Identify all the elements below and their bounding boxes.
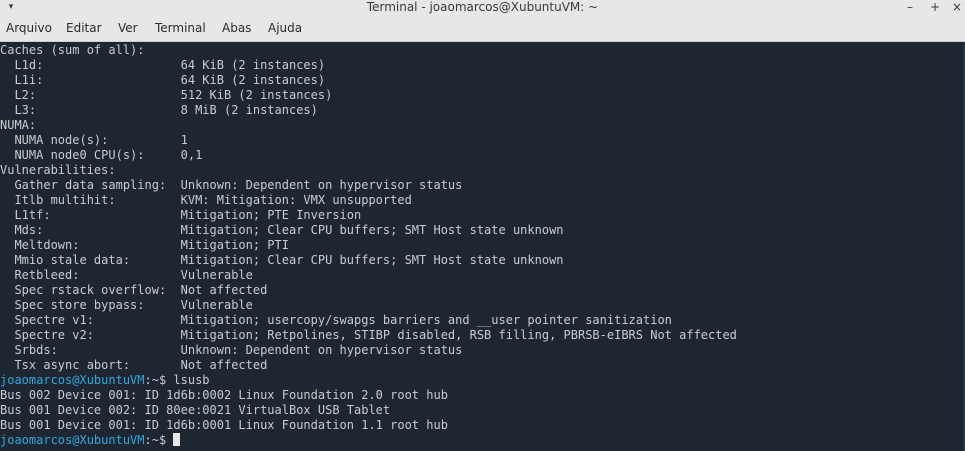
output-line: L1tf: Mitigation; PTE Inversion — [0, 208, 362, 222]
output-line: L1d: 64 KiB (2 instances) — [0, 58, 326, 72]
prompt-user-host: joaomarcos@XubuntuVM — [0, 433, 145, 447]
output-line: Vulnerabilities: — [0, 163, 116, 177]
active-prompt-line[interactable]: joaomarcos@XubuntuVM:~$ — [0, 433, 181, 448]
output-line: NUMA: — [0, 118, 37, 132]
close-icon[interactable]: × — [949, 0, 965, 15]
menu-arquivo[interactable]: Arquivo — [6, 15, 52, 42]
output-line: Retbleed: Vulnerable — [0, 268, 253, 282]
menu-editar[interactable]: Editar — [66, 15, 102, 42]
output-line: Caches (sum of all): — [0, 43, 145, 57]
output-line: Spec rstack overflow: Not affected — [0, 283, 268, 297]
output-line: NUMA node0 CPU(s): 0,1 — [0, 148, 203, 162]
menu-ver[interactable]: Ver — [118, 15, 138, 42]
output-line: Itlb multihit: KVM: Mitigation: VMX unsu… — [0, 193, 412, 207]
text-cursor — [173, 433, 181, 446]
title-bar[interactable]: ▾ Terminal - joaomarcos@XubuntuVM: ~ – +… — [0, 0, 965, 15]
output-line: Tsx async abort: Not affected — [0, 358, 268, 372]
output-line: Gather data sampling: Unknown: Dependent… — [0, 178, 463, 192]
output-line: Spectre v1: Mitigation; usercopy/swapgs … — [0, 313, 672, 327]
maximize-icon[interactable]: + — [927, 0, 943, 15]
output-line: Meltdown: Mitigation; PTI — [0, 238, 289, 252]
output-line: Spectre v2: Mitigation; Retpolines, STIB… — [0, 328, 737, 342]
output-line: Mmio stale data: Mitigation; Clear CPU b… — [0, 253, 564, 267]
menu-ajuda[interactable]: Ajuda — [268, 15, 302, 42]
output-line: Mds: Mitigation; Clear CPU buffers; SMT … — [0, 223, 564, 237]
output-line: Bus 001 Device 001: ID 1d6b:0001 Linux F… — [0, 418, 448, 432]
output-line: Bus 001 Device 002: ID 80ee:0021 Virtual… — [0, 403, 391, 417]
minimize-icon[interactable]: – — [902, 0, 918, 15]
output-line: L3: 8 MiB (2 instances) — [0, 103, 318, 117]
terminal-output[interactable]: Caches (sum of all): L1d: 64 KiB (2 inst… — [0, 42, 965, 451]
menu-bar: Arquivo Editar Ver Terminal Abas Ajuda — [0, 15, 965, 42]
output-line: NUMA node(s): 1 — [0, 133, 188, 147]
output-line: L1i: 64 KiB (2 instances) — [0, 73, 326, 87]
prompt-path: :~$ — [144, 433, 174, 447]
menu-abas[interactable]: Abas — [222, 15, 251, 42]
menu-terminal[interactable]: Terminal — [155, 15, 206, 42]
terminal-window: ▾ Terminal - joaomarcos@XubuntuVM: ~ – +… — [0, 0, 965, 451]
output-line: L2: 512 KiB (2 instances) — [0, 88, 333, 102]
command-text: lsusb — [173, 373, 210, 387]
output-line: Spec store bypass: Vulnerable — [0, 298, 253, 312]
prompt-path: :~$ — [144, 373, 174, 387]
output-line: Bus 002 Device 001: ID 1d6b:0002 Linux F… — [0, 388, 448, 402]
output-line: Srbds: Unknown: Dependent on hypervisor … — [0, 343, 463, 357]
window-title: Terminal - joaomarcos@XubuntuVM: ~ — [366, 0, 599, 14]
command-line: joaomarcos@XubuntuVM:~$ lsusb — [0, 373, 210, 388]
prompt-user-host: joaomarcos@XubuntuVM — [0, 373, 145, 387]
